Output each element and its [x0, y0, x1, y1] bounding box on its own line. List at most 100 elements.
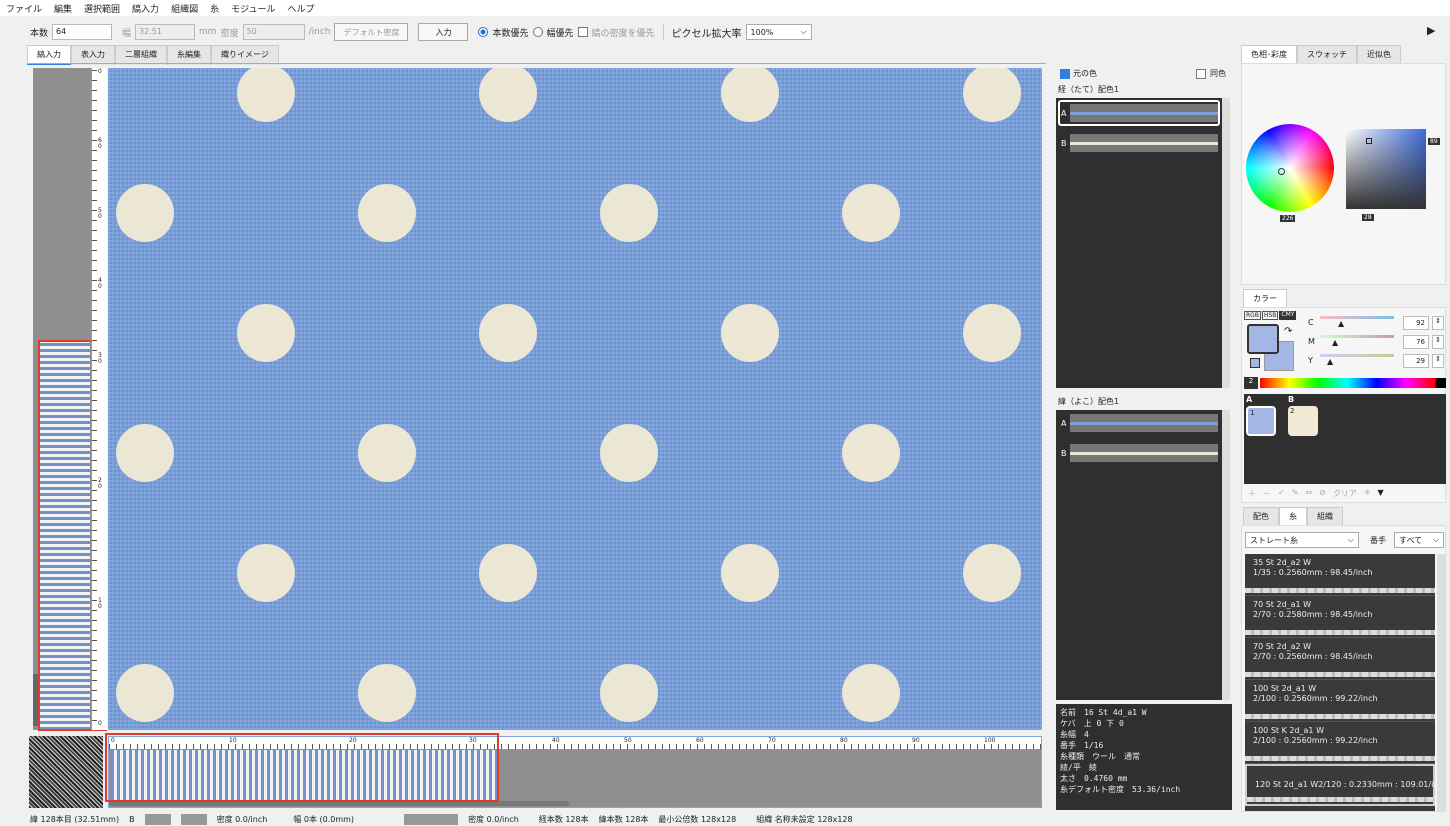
polka-dot — [116, 184, 174, 242]
width-priority-radio[interactable] — [532, 27, 543, 37]
weft-row-b[interactable]: B — [1058, 442, 1220, 466]
slider-thumb[interactable]: ▲ — [1332, 338, 1338, 347]
width-input[interactable]: 32.51 — [135, 24, 196, 40]
palette-slot-a[interactable]: 1 — [1246, 406, 1276, 436]
hruler-tick: 40 — [552, 737, 560, 744]
tab-swatch[interactable]: スウォッチ — [1297, 45, 1357, 65]
palette-slot-b[interactable]: 2 — [1288, 406, 1318, 436]
pencil-icon[interactable]: ✎ — [1292, 488, 1299, 499]
swap-colors-icon[interactable]: ↷ — [1284, 326, 1292, 337]
yarn-list-item[interactable]: 35 St 2d_a2 W 1/35 : 0.2560mm : 98.45/inc… — [1245, 554, 1435, 596]
menu-file[interactable]: ファイル — [0, 2, 48, 15]
yarn-name: 35 St 2d_a2 W — [1253, 558, 1312, 567]
fabric-preview[interactable] — [108, 68, 1042, 730]
tab-color-scheme[interactable]: 配色 — [1243, 507, 1279, 527]
menu-stripe-input[interactable]: 縞入力 — [126, 2, 165, 15]
default-density-button[interactable]: デフォルト密度 — [334, 23, 409, 41]
yarn-list-scrollbar[interactable] — [1437, 554, 1445, 811]
slider-track[interactable] — [1320, 316, 1394, 319]
same-color-checkbox[interactable] — [1196, 69, 1206, 79]
tab-double-layer[interactable]: 二層組織 — [115, 45, 167, 65]
menu-help[interactable]: ヘルプ — [281, 2, 320, 15]
yarn-list-item[interactable]: 120 St K 2d_a1 W2/120 : 0.2330mm : 109.0… — [1245, 806, 1435, 811]
tab-weave-image[interactable]: 織りイメージ — [211, 45, 279, 65]
density-input[interactable]: 50 — [242, 24, 305, 40]
tab-yarn[interactable]: 糸 — [1279, 507, 1307, 527]
saturation-value-badge: 28 — [1362, 214, 1374, 221]
swap-icon[interactable]: ⇔ — [1305, 488, 1312, 499]
tab-similar-colors[interactable]: 近似色 — [1357, 45, 1401, 65]
yarn-info-line: 糸デフォルト密度 53.36/inch — [1060, 785, 1181, 794]
menu-selection[interactable]: 選択範囲 — [78, 2, 126, 15]
slider-thumb[interactable]: ▲ — [1338, 319, 1344, 328]
mode-hsb[interactable]: HSB — [1261, 311, 1279, 320]
small-color-swatch[interactable] — [1250, 358, 1260, 368]
pixel-zoom-select[interactable]: 100% ⌵ — [745, 24, 812, 40]
row-a-label: A — [1061, 419, 1067, 428]
mode-rgb[interactable]: RGB — [1244, 311, 1261, 320]
clear-button[interactable]: クリア — [1333, 488, 1357, 499]
stepper-icon[interactable]: ⇕ — [1432, 335, 1444, 349]
polka-dot — [963, 544, 1021, 602]
saturation-square[interactable] — [1346, 129, 1426, 209]
tab-table-input[interactable]: 表入力 — [71, 45, 115, 65]
polka-dot — [963, 304, 1021, 362]
yarn-texture — [1245, 672, 1435, 677]
remove-icon[interactable]: － — [1263, 488, 1271, 499]
tab-weave[interactable]: 組織 — [1307, 507, 1343, 527]
asterisk-icon[interactable]: ✳ — [1364, 488, 1371, 499]
stepper-icon[interactable]: ⇕ — [1432, 354, 1444, 368]
warp-list-scrollbar[interactable] — [1222, 98, 1230, 388]
warp-row-b[interactable]: B — [1058, 132, 1220, 156]
slider-thumb[interactable]: ▲ — [1327, 357, 1333, 366]
yarn-panel: ストレート糸 ⌵ 番手 すべて ⌵ 35 St 2d_a2 W 1/35 : 0.25… — [1241, 525, 1446, 812]
slider-value-input[interactable]: 92 — [1403, 316, 1429, 330]
yarn-list-item[interactable]: 100 St K 2d_a1 W 2/100 : 0.2560mm : 99.22… — [1245, 722, 1435, 764]
slider-value-input[interactable]: 29 — [1403, 354, 1429, 368]
menu-module[interactable]: モジュール — [225, 2, 281, 15]
yarn-list-item[interactable]: 70 St 2d_a2 W 2/70 : 0.2560mm : 98.45/inc… — [1245, 638, 1435, 680]
tab-stripe-input[interactable]: 縞入力 — [27, 45, 71, 65]
weave-thumbnail[interactable] — [29, 736, 103, 808]
yarn-list-item[interactable]: 70 St 2d_a1 W 2/70 : 0.2580mm : 98.45/inc… — [1245, 596, 1435, 638]
dropdown-arrow-icon[interactable]: ▼ — [1378, 488, 1384, 499]
weft-scheme-list[interactable]: A B — [1056, 410, 1222, 700]
yarn-type-select[interactable]: ストレート糸 ⌵ — [1245, 532, 1359, 548]
palette-actions: ＋ － ✓ ✎ ⇔ ⊘ クリア ✳ ▼ — [1248, 488, 1384, 499]
foreground-color-swatch[interactable] — [1247, 324, 1279, 354]
original-color-checkbox[interactable] — [1060, 69, 1070, 79]
stripe-density-checkbox[interactable] — [577, 27, 588, 37]
yarn-list-item[interactable]: 120 St 2d_a1 W 2/120 : 0.2330mm : 109.01/… — [1245, 764, 1435, 806]
bottom-tabs: 配色 糸 組織 — [1243, 507, 1343, 527]
expand-arrow-icon[interactable]: ▶ — [1427, 24, 1435, 37]
tab-hue-saturation[interactable]: 色相･彩度 — [1241, 45, 1297, 65]
yarn-name: 100 St K 2d_a1 W — [1253, 726, 1324, 735]
tab-color[interactable]: カラー — [1243, 289, 1287, 309]
yarn-count-select[interactable]: すべて ⌵ — [1394, 532, 1444, 548]
mode-cmy[interactable]: CMY — [1279, 311, 1297, 320]
saturation-cursor[interactable] — [1366, 138, 1372, 144]
warp-scheme-list[interactable]: A B — [1056, 98, 1222, 388]
color-spectrum-bar[interactable] — [1260, 378, 1446, 388]
vertical-scrollbar[interactable] — [33, 674, 38, 726]
yarn-list-item[interactable]: 100 St 2d_a1 W 2/100 : 0.2560mm : 99.22/i… — [1245, 680, 1435, 722]
no-icon[interactable]: ⊘ — [1319, 488, 1326, 499]
menu-edit[interactable]: 編集 — [48, 2, 78, 15]
slider-value-input[interactable]: 76 — [1403, 335, 1429, 349]
menu-yarn[interactable]: 糸 — [204, 2, 225, 15]
vruler-tick: 1 0 — [98, 597, 102, 610]
warp-row-a[interactable]: A — [1058, 100, 1220, 126]
add-icon[interactable]: ＋ — [1248, 488, 1256, 499]
count-priority-radio[interactable] — [478, 27, 489, 37]
weft-list-scrollbar[interactable] — [1222, 410, 1230, 700]
menu-weave-diagram[interactable]: 組織図 — [165, 2, 204, 15]
hue-wheel[interactable] — [1246, 124, 1334, 212]
input-button[interactable]: 入力 — [418, 23, 469, 41]
weft-row-a[interactable]: A — [1058, 412, 1220, 436]
tab-yarn-edit[interactable]: 糸編集 — [167, 45, 211, 65]
yarn-list[interactable]: 35 St 2d_a2 W 1/35 : 0.2560mm : 98.45/inc… — [1245, 554, 1435, 811]
hue-cursor[interactable] — [1278, 168, 1285, 175]
check-icon[interactable]: ✓ — [1278, 488, 1285, 499]
stepper-icon[interactable]: ⇕ — [1432, 316, 1444, 330]
count-input[interactable]: 64 — [52, 24, 113, 40]
